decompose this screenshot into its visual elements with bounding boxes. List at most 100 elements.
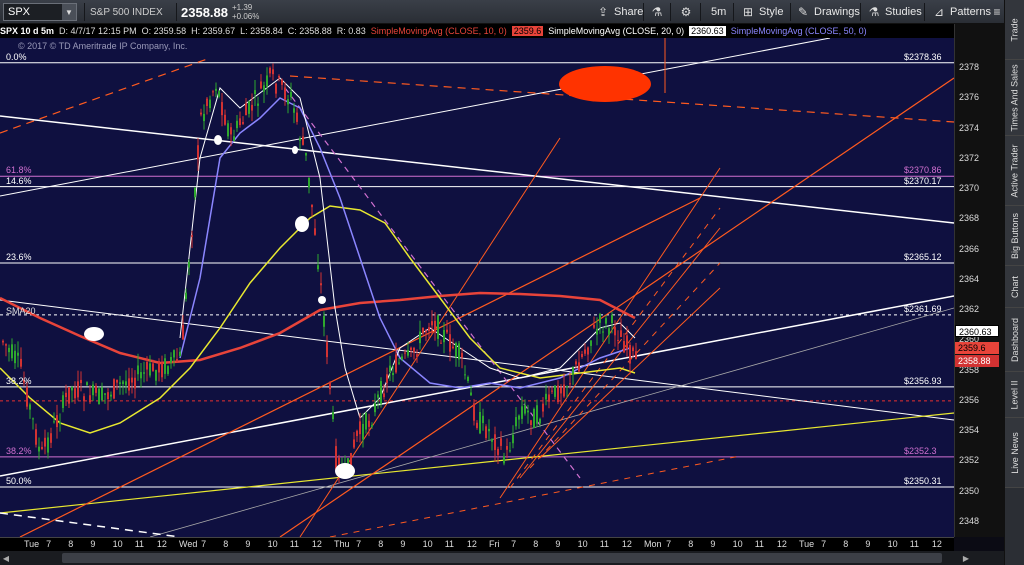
symbol-description: S&P 500 INDEX: [90, 6, 163, 18]
candle-body: [587, 347, 589, 355]
style-icon: ⊞: [742, 5, 754, 19]
candle-body: [566, 386, 568, 388]
candle-body: [254, 90, 256, 95]
candle-body: [434, 320, 436, 333]
x-tick-label: 8: [688, 539, 694, 549]
candle-body: [530, 420, 532, 426]
candle-body: [122, 381, 124, 385]
studies-label: Studies: [885, 6, 922, 18]
timeframe-button[interactable]: 5m: [711, 0, 726, 24]
style-button[interactable]: ⊞ Style: [741, 0, 784, 24]
candle-body: [326, 342, 328, 358]
candle-body: [512, 434, 514, 444]
candle-body: [149, 363, 151, 376]
y-tick-label: 2368: [959, 213, 980, 224]
y-tick-label: 2378: [959, 62, 980, 73]
candle-body: [239, 118, 241, 126]
fib-price-label: $2350.31: [904, 475, 942, 486]
fib-price-label: $2356.93: [904, 375, 942, 386]
candle-body: [386, 374, 388, 383]
sma10-label[interactable]: SimpleMovingAvg (CLOSE, 10, 0): [371, 26, 507, 36]
side-tab-dashboard[interactable]: Dashboard: [1005, 308, 1024, 372]
side-tab-chart[interactable]: Chart: [1005, 266, 1024, 308]
scroll-thumb[interactable]: [62, 553, 942, 563]
candle-body: [164, 358, 166, 374]
marker-dot: [318, 296, 326, 304]
candle-body: [59, 422, 61, 424]
x-tick-label: 7: [666, 539, 672, 549]
last-price: 2358.88: [181, 4, 228, 20]
time-axis[interactable]: Tue 7 8 9 10 11 12 Wed 7 8 9 10 11 12 Thu 7 8 9 10 11 12 Fri 7…: [0, 537, 954, 551]
candle-body: [572, 367, 574, 375]
share-button[interactable]: ⇪ Share: [596, 0, 643, 24]
candle-body: [209, 99, 211, 109]
candle-body: [506, 446, 508, 450]
x-tick-label: 12: [466, 539, 477, 549]
y-tick-label: 2350: [959, 485, 980, 496]
candle-body: [611, 315, 613, 324]
side-tab-trade[interactable]: Trade: [1005, 0, 1024, 60]
candle-body: [119, 382, 121, 384]
candle-body: [170, 357, 172, 363]
sma10-price-badge: 2359.6: [955, 342, 999, 355]
studies-button[interactable]: ⚗ Studies: [867, 0, 922, 24]
candle-body: [167, 366, 169, 374]
candle-body: [242, 122, 244, 124]
x-tick-label: 10: [577, 539, 588, 549]
flask-icon: ⚗: [651, 5, 663, 19]
flask-button[interactable]: ⚗: [650, 0, 668, 24]
candle-body: [584, 349, 586, 354]
candle-body: [278, 75, 280, 78]
scroll-right-icon[interactable]: ▶: [960, 551, 972, 565]
candle-body: [131, 377, 133, 383]
candle-body: [461, 352, 463, 358]
x-tick-label: 12: [621, 539, 632, 549]
settings-button[interactable]: ⚙: [679, 0, 697, 24]
symbol-selector[interactable]: SPX ▼: [3, 3, 77, 21]
side-tab-active-trader[interactable]: Active Trader: [1005, 136, 1024, 206]
candle-body: [221, 102, 223, 116]
side-tab-big-buttons[interactable]: Big Buttons: [1005, 206, 1024, 266]
candle-body: [275, 83, 277, 94]
candle-body: [599, 314, 601, 323]
candle-body: [407, 350, 409, 356]
x-tick-label: 12: [776, 539, 787, 549]
candle-body: [521, 406, 523, 419]
side-tab-level-ii[interactable]: Level II: [1005, 372, 1024, 418]
range-value: R: 0.83: [336, 26, 366, 36]
x-tick-label: 12: [931, 539, 942, 549]
candle-body: [155, 370, 157, 381]
candle-body: [146, 361, 148, 370]
fib-pct-label: 0.0%: [6, 51, 27, 62]
candle-body: [215, 88, 217, 91]
share-label: Share: [614, 6, 644, 18]
candle-body: [311, 204, 313, 208]
x-tick-label: 11: [444, 539, 455, 549]
x-tick-label: 12: [311, 539, 322, 549]
marker-dot: [295, 216, 309, 232]
gear-icon: ⚙: [680, 5, 692, 19]
drawings-button[interactable]: ✎ Drawings: [796, 0, 860, 24]
candle-body: [632, 347, 634, 352]
price-chart[interactable]: © 2017 © TD Ameritrade IP Company, Inc. …: [0, 38, 954, 537]
y-tick-label: 2372: [959, 152, 980, 163]
chevron-down-icon[interactable]: ▼: [62, 4, 76, 20]
chart-scrollbar[interactable]: ◀ ▶: [0, 551, 1004, 565]
sma20-value: 2360.63: [689, 26, 726, 36]
price-axis[interactable]: 2378 2376 2374 2372 2370 2368 2366 2364 2362 2360…: [954, 24, 1004, 537]
last-price-badge: 2358.88: [955, 355, 999, 368]
scroll-left-icon[interactable]: ◀: [0, 551, 12, 565]
chart-canvas[interactable]: [0, 38, 954, 537]
x-tick-label: 8: [533, 539, 539, 549]
candle-body: [191, 235, 193, 237]
sma50-label[interactable]: SimpleMovingAvg (CLOSE, 50, 0): [731, 26, 867, 36]
sma20-label[interactable]: SimpleMovingAvg (CLOSE, 20, 0): [548, 26, 684, 36]
side-tab-live-news[interactable]: Live News: [1005, 418, 1024, 488]
candle-body: [503, 456, 505, 464]
candle-body: [413, 347, 415, 353]
candle-body: [83, 396, 85, 402]
patterns-button[interactable]: ⊿ Patterns: [932, 0, 991, 24]
candle-body: [53, 421, 55, 423]
side-tab-times-and-sales[interactable]: Times And Sales: [1005, 60, 1024, 136]
candle-body: [320, 283, 322, 286]
